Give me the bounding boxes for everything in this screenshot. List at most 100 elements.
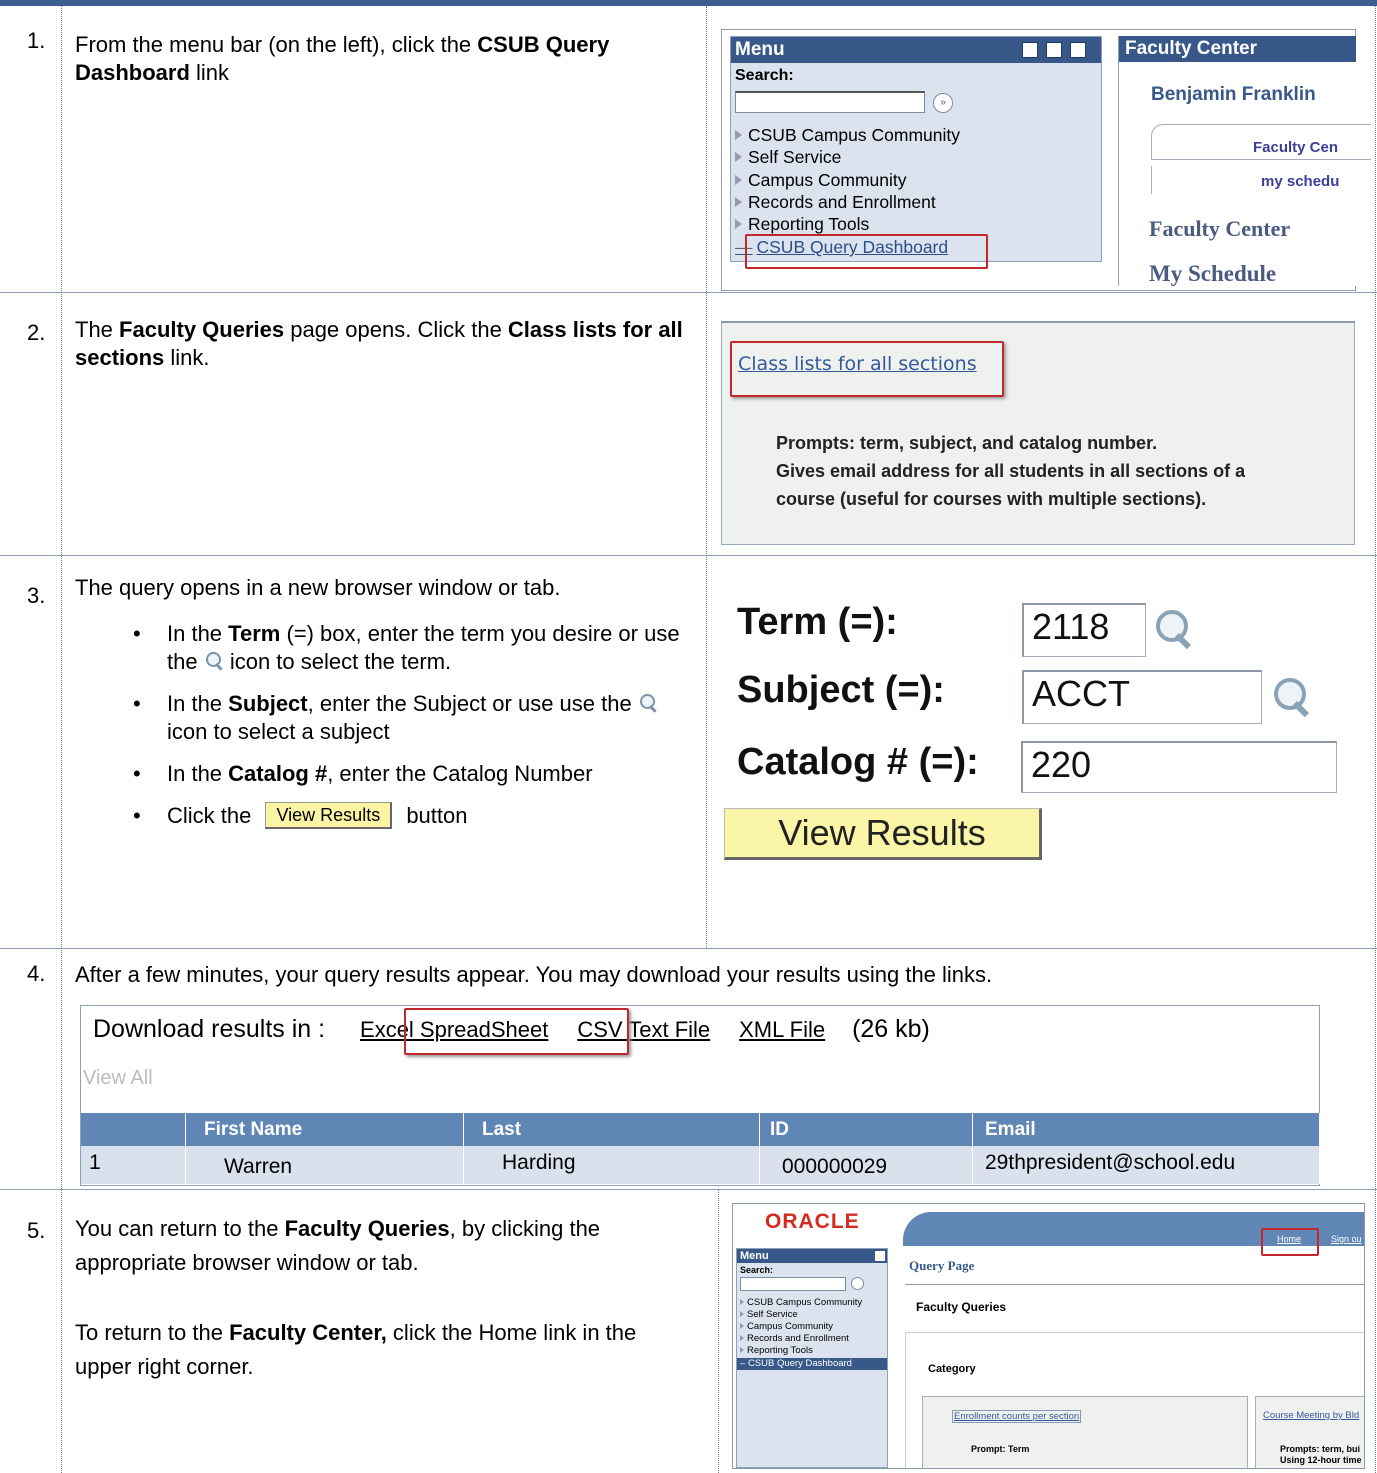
column-divider: [706, 6, 707, 948]
subject-label: Subject (=):: [737, 669, 945, 711]
bullet-view-results: Click the View Results button: [115, 802, 695, 830]
step-number: 4.: [27, 961, 46, 986]
search-label: Search:: [735, 67, 794, 84]
menu-item[interactable]: Reporting Tools: [735, 213, 869, 235]
search-go-icon[interactable]: »: [933, 93, 953, 113]
oracle-logo: ORACLE: [765, 1210, 860, 1233]
search-input[interactable]: [740, 1277, 846, 1291]
category-label: Category: [928, 1363, 976, 1375]
column-divider: [1375, 6, 1376, 1473]
subject-lookup-icon[interactable]: [1270, 676, 1314, 725]
table-cell: 1: [81, 1146, 186, 1184]
search-input[interactable]: [735, 91, 925, 113]
course-meeting-link[interactable]: Course Meeting by Bld: [1263, 1410, 1359, 1421]
menu-screenshot: Menu Search: » CSUB Campus Community Sel…: [721, 29, 1371, 291]
section-title: Faculty Queries: [916, 1300, 1007, 1314]
menu-item[interactable]: Campus Community: [735, 169, 907, 191]
query-card: [922, 1396, 1248, 1468]
query-results-screenshot: Download results in : Excel SpreadSheet …: [80, 1005, 1320, 1186]
lookup-icon: [638, 693, 658, 713]
query-prompt: Prompt: Term: [971, 1444, 1030, 1454]
tab-divider: [1151, 166, 1152, 194]
refresh-icon[interactable]: [1022, 42, 1038, 58]
catalog-input[interactable]: 220: [1021, 741, 1337, 793]
step3-bullets: In the Term (=) box, enter the term you …: [115, 620, 695, 844]
menu-header: Menu: [731, 37, 1101, 63]
highlight-box: [745, 234, 988, 269]
tab-faculty-center[interactable]: Faculty Cen: [1253, 139, 1338, 156]
heading-my-schedule: My Schedule: [1149, 261, 1277, 286]
view-results-button[interactable]: View Results: [724, 808, 1042, 860]
menu-panel: Menu Search: » CSUB Campus Community Sel…: [730, 36, 1102, 262]
heading-faculty-center: Faculty Center: [1149, 216, 1291, 241]
enrollment-counts-link[interactable]: Enrollment counts per section: [952, 1410, 1082, 1423]
bullet-term: In the Term (=) box, enter the term you …: [115, 620, 695, 676]
menu-item[interactable]: Self Service: [735, 146, 841, 168]
column-header: First Name: [186, 1113, 464, 1146]
step-number: 5.: [27, 1218, 46, 1243]
minimize-icon[interactable]: [875, 1251, 885, 1261]
page-title: Query Page: [909, 1258, 975, 1273]
xml-link[interactable]: XML File: [739, 1017, 825, 1042]
step-number: 1.: [27, 28, 46, 53]
faculty-center-header: Faculty Center: [1119, 36, 1356, 62]
view-all-link: View All: [83, 1067, 153, 1089]
menu-title: Menu: [735, 39, 785, 60]
column-header: [81, 1113, 186, 1146]
row-divider: [0, 1189, 1377, 1190]
highlight-box: [730, 341, 1004, 397]
menu-item[interactable]: CSUB Campus Community: [735, 124, 960, 146]
table-cell: Harding: [464, 1146, 760, 1184]
query-page-screenshot: ORACLE Home Sign ou Menu Search: CSUB Ca…: [732, 1203, 1365, 1469]
term-input[interactable]: 2118: [1022, 603, 1146, 657]
table-cell: 29thpresident@school.edu: [973, 1146, 1320, 1184]
bullet-subject: In the Subject, enter the Subject or use…: [115, 690, 695, 746]
menu-item[interactable]: CSUB Campus Community: [740, 1297, 862, 1309]
top-border: [0, 0, 1377, 6]
row-divider: [0, 948, 1377, 949]
step4-instruction: After a few minutes, your query results …: [75, 962, 993, 987]
menu-item[interactable]: Records and Enrollment: [735, 191, 936, 213]
menu-header: Menu: [737, 1249, 887, 1263]
query-description: Prompts: term, subject, and catalog numb…: [776, 433, 1246, 509]
query-prompt: Prompts: term, bui: [1280, 1444, 1361, 1454]
step3-intro: The query opens in a new browser window …: [75, 575, 561, 600]
column-header: Last: [464, 1113, 760, 1146]
menu-item-selected[interactable]: – CSUB Query Dashboard: [737, 1358, 887, 1370]
menu-panel: Menu Search: CSUB Campus Community Self …: [736, 1248, 888, 1468]
step2-instruction: The Faculty Queries page opens. Click th…: [75, 317, 683, 370]
close-icon[interactable]: [1070, 42, 1086, 58]
step5-instruction-home: To return to the Faculty Center, click t…: [75, 1320, 637, 1379]
faculty-queries-screenshot: Class lists for all sections Prompts: te…: [721, 321, 1355, 545]
signout-link[interactable]: Sign ou: [1331, 1234, 1362, 1244]
step5-instruction: You can return to the Faculty Queries, b…: [75, 1216, 601, 1275]
query-prompt: Using 12-hour time: [1280, 1455, 1362, 1465]
faculty-center-panel: Faculty Center Benjamin Franklin Faculty…: [1118, 36, 1371, 286]
highlight-box: [404, 1008, 629, 1055]
title-divider: [905, 1284, 1364, 1285]
catalog-label: Catalog # (=):: [737, 741, 979, 783]
search-go-icon[interactable]: [851, 1277, 864, 1290]
column-divider: [61, 6, 62, 1473]
term-lookup-icon[interactable]: [1152, 608, 1196, 657]
highlight-box: [1261, 1228, 1319, 1256]
menu-item[interactable]: Records and Enrollment: [740, 1333, 849, 1345]
download-label: Download results in :: [93, 1015, 326, 1043]
view-results-inline-button: View Results: [265, 802, 393, 829]
tab-my-schedule[interactable]: my schedu: [1261, 173, 1339, 190]
menu-item[interactable]: Reporting Tools: [740, 1345, 813, 1357]
search-label: Search:: [740, 1265, 774, 1275]
minimize-icon[interactable]: [1046, 42, 1062, 58]
table-cell: Warren: [186, 1146, 464, 1184]
column-header: Email: [973, 1113, 1320, 1146]
lookup-icon: [204, 651, 224, 671]
column-divider: [718, 1189, 719, 1473]
row-divider: [0, 292, 1377, 293]
file-size: (26 kb): [852, 1015, 930, 1043]
menu-item[interactable]: Self Service: [740, 1309, 798, 1321]
step-number: 2.: [27, 320, 46, 345]
menu-item[interactable]: Campus Community: [740, 1321, 833, 1333]
subject-input[interactable]: ACCT: [1022, 670, 1262, 724]
column-header: ID: [760, 1113, 973, 1146]
step-number: 3.: [27, 583, 46, 608]
